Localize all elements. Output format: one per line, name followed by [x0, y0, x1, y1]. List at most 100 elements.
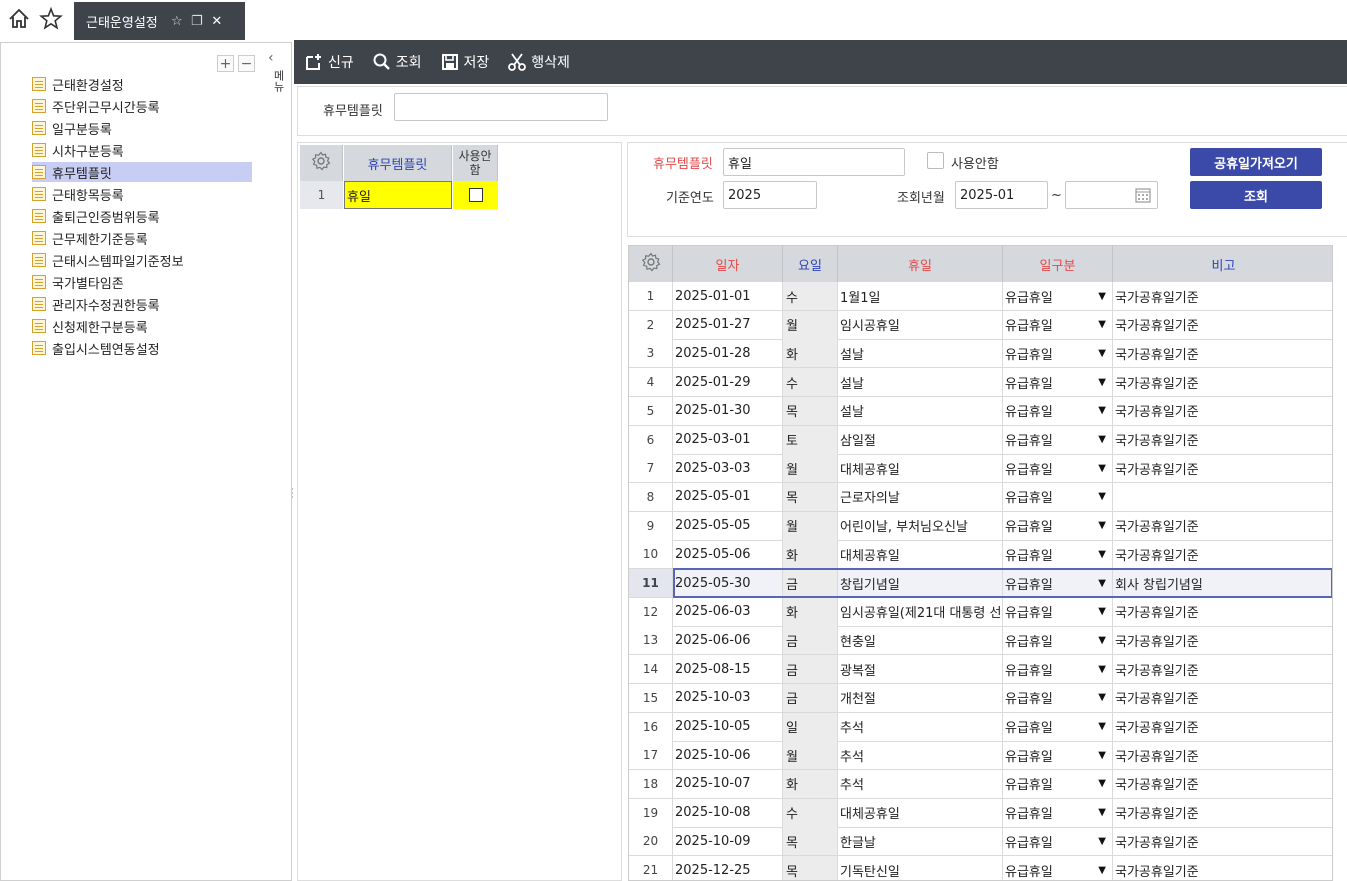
- note-cell[interactable]: 국가공휴일기준: [1113, 512, 1332, 540]
- delete-row-button[interactable]: 행삭제: [507, 52, 570, 72]
- note-cell[interactable]: 국가공휴일기준: [1113, 713, 1332, 741]
- expand-all-button[interactable]: +: [217, 55, 234, 72]
- daytype-select[interactable]: 유급휴일 ▼: [1003, 569, 1113, 597]
- calendar-icon[interactable]: [1135, 187, 1151, 207]
- date-cell[interactable]: 2025-10-09: [673, 827, 783, 856]
- note-cell[interactable]: 국가공휴일기준: [1113, 770, 1332, 798]
- daytype-select[interactable]: 유급휴일 ▼: [1003, 712, 1113, 741]
- note-cell[interactable]: 국가공휴일기준: [1113, 426, 1332, 454]
- daytype-select[interactable]: 유급휴일 ▼: [1003, 856, 1113, 880]
- dow-cell[interactable]: 화: [783, 769, 838, 798]
- tree-item[interactable]: 신청제한구분등록: [32, 316, 156, 336]
- col-header-unused[interactable]: 사용안함: [453, 145, 498, 181]
- note-cell[interactable]: 국가공휴일기준: [1113, 626, 1332, 654]
- tree-item[interactable]: 근태시스템파일기준정보: [32, 250, 192, 270]
- detail-template-input[interactable]: [723, 148, 905, 176]
- template-search-input[interactable]: [394, 93, 608, 121]
- dropdown-arrow-icon[interactable]: ▼: [1098, 291, 1106, 302]
- note-cell[interactable]: 국가공휴일기준: [1113, 655, 1332, 683]
- tree-item[interactable]: 근태항목등록: [32, 184, 132, 204]
- dropdown-arrow-icon[interactable]: ▼: [1098, 491, 1106, 502]
- tree-item[interactable]: 시차구분등록: [32, 140, 132, 160]
- dow-cell[interactable]: 목: [783, 827, 838, 856]
- daytype-select[interactable]: 유급휴일 ▼: [1003, 310, 1113, 339]
- holiday-name-cell[interactable]: 창립기념일: [838, 569, 1003, 597]
- dropdown-arrow-icon[interactable]: ▼: [1098, 520, 1106, 531]
- date-cell[interactable]: 2025-05-05: [673, 511, 783, 540]
- col-header-date[interactable]: 일자: [673, 246, 783, 282]
- table-row[interactable]: 16 2025-10-05 일 추석 유급휴일 ▼ 국가공휴일기준: [629, 712, 1332, 742]
- tab-attendance-settings[interactable]: 근태운영설정 ☆ ❐ ✕: [74, 2, 245, 40]
- date-cell[interactable]: 2025-03-03: [673, 454, 783, 483]
- dropdown-arrow-icon[interactable]: ▼: [1098, 865, 1106, 876]
- note-cell[interactable]: 국가공휴일기준: [1113, 454, 1332, 482]
- date-cell[interactable]: 2025-05-30: [673, 569, 783, 597]
- table-row[interactable]: 4 2025-01-29 수 설날 유급휴일 ▼ 국가공휴일기준: [629, 368, 1332, 398]
- daytype-select[interactable]: 유급휴일 ▼: [1003, 597, 1113, 626]
- table-row[interactable]: 17 2025-10-06 월 추석 유급휴일 ▼ 국가공휴일기준: [629, 741, 1332, 771]
- dropdown-arrow-icon[interactable]: ▼: [1098, 405, 1106, 416]
- grid-settings-button[interactable]: [300, 145, 343, 181]
- favorite-star-icon[interactable]: [38, 6, 64, 32]
- daytype-select[interactable]: 유급휴일 ▼: [1003, 655, 1113, 684]
- holiday-name-cell[interactable]: 설날: [838, 396, 1003, 425]
- dow-cell[interactable]: 금: [783, 569, 838, 597]
- dropdown-arrow-icon[interactable]: ▼: [1098, 778, 1106, 789]
- note-cell[interactable]: 국가공휴일기준: [1113, 741, 1332, 769]
- holiday-name-cell[interactable]: 근로자의날: [838, 482, 1003, 511]
- dow-cell[interactable]: 화: [783, 597, 838, 626]
- dropdown-arrow-icon[interactable]: ▼: [1098, 377, 1106, 388]
- date-cell[interactable]: 2025-10-08: [673, 798, 783, 827]
- tab-close-icon[interactable]: ✕: [210, 14, 224, 29]
- dow-cell[interactable]: 화: [783, 540, 838, 569]
- template-name-cell[interactable]: 휴일: [344, 181, 452, 209]
- dropdown-arrow-icon[interactable]: ▼: [1098, 463, 1106, 474]
- holiday-name-cell[interactable]: 개천절: [838, 683, 1003, 712]
- dow-cell[interactable]: 목: [783, 856, 838, 880]
- daytype-select[interactable]: 유급휴일 ▼: [1003, 827, 1113, 856]
- query-month-from-input[interactable]: [955, 181, 1048, 209]
- dropdown-arrow-icon[interactable]: ▼: [1098, 635, 1106, 646]
- dow-cell[interactable]: 월: [783, 454, 838, 483]
- tree-item[interactable]: 일구분등록: [32, 118, 120, 138]
- holiday-name-cell[interactable]: 대체공휴일: [838, 454, 1003, 483]
- tree-item[interactable]: 출퇴근인증범위등록: [32, 206, 168, 226]
- tree-item[interactable]: 주단위근무시간등록: [32, 96, 168, 116]
- holiday-name-cell[interactable]: 대체공휴일: [838, 540, 1003, 569]
- dropdown-arrow-icon[interactable]: ▼: [1098, 807, 1106, 818]
- holiday-name-cell[interactable]: 설날: [838, 339, 1003, 368]
- note-cell[interactable]: 회사 창립기념일: [1113, 569, 1332, 597]
- daytype-select[interactable]: 유급휴일 ▼: [1003, 339, 1113, 368]
- dow-cell[interactable]: 수: [783, 798, 838, 827]
- table-row[interactable]: 5 2025-01-30 목 설날 유급휴일 ▼ 국가공휴일기준: [629, 396, 1332, 426]
- daytype-select[interactable]: 유급휴일 ▼: [1003, 798, 1113, 827]
- col-header-note[interactable]: 비고: [1113, 246, 1332, 282]
- holiday-name-cell[interactable]: 어린이날, 부처님오신날: [838, 511, 1003, 540]
- note-cell[interactable]: 국가공휴일기준: [1113, 339, 1332, 367]
- daytype-select[interactable]: 유급휴일 ▼: [1003, 454, 1113, 483]
- table-row[interactable]: 2 2025-01-27 월 임시공휴일 유급휴일 ▼ 국가공휴일기준: [629, 310, 1332, 340]
- holiday-name-cell[interactable]: 추석: [838, 769, 1003, 798]
- table-row[interactable]: 13 2025-06-06 금 현충일 유급휴일 ▼ 국가공휴일기준: [629, 626, 1332, 656]
- date-cell[interactable]: 2025-06-06: [673, 626, 783, 655]
- table-row[interactable]: 18 2025-10-07 화 추석 유급휴일 ▼ 국가공휴일기준: [629, 769, 1332, 799]
- unused-cell[interactable]: [453, 181, 498, 209]
- holiday-name-cell[interactable]: 삼일절: [838, 425, 1003, 454]
- collapse-all-button[interactable]: −: [238, 55, 255, 72]
- note-cell[interactable]: [1113, 483, 1332, 511]
- dropdown-arrow-icon[interactable]: ▼: [1098, 578, 1106, 589]
- holiday-name-cell[interactable]: 한글날: [838, 827, 1003, 856]
- tree-item[interactable]: 국가별타임존: [32, 272, 132, 292]
- table-row[interactable]: 8 2025-05-01 목 근로자의날 유급휴일 ▼: [629, 482, 1332, 512]
- note-cell[interactable]: 국가공휴일기준: [1113, 311, 1332, 339]
- dropdown-arrow-icon[interactable]: ▼: [1098, 434, 1106, 445]
- daytype-select[interactable]: 유급휴일 ▼: [1003, 741, 1113, 770]
- dropdown-arrow-icon[interactable]: ▼: [1098, 692, 1106, 703]
- dow-cell[interactable]: 토: [783, 425, 838, 454]
- table-row[interactable]: 14 2025-08-15 금 광복절 유급휴일 ▼ 국가공휴일기준: [629, 655, 1332, 685]
- table-row[interactable]: 15 2025-10-03 금 개천절 유급휴일 ▼ 국가공휴일기준: [629, 683, 1332, 713]
- table-row[interactable]: 19 2025-10-08 수 대체공휴일 유급휴일 ▼ 국가공휴일기준: [629, 798, 1332, 828]
- dow-cell[interactable]: 금: [783, 626, 838, 655]
- dropdown-arrow-icon[interactable]: ▼: [1098, 836, 1106, 847]
- date-cell[interactable]: 2025-10-07: [673, 769, 783, 798]
